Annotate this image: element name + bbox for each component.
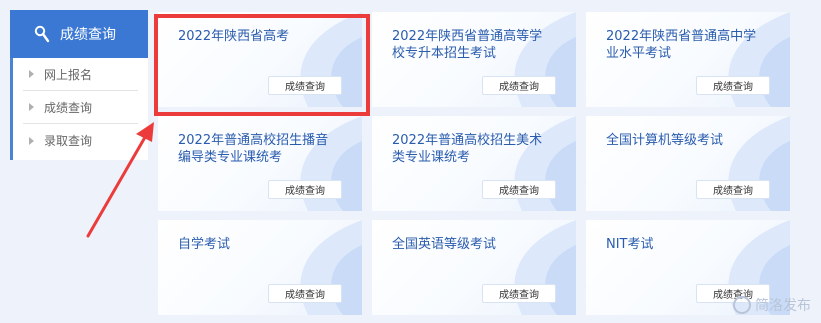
card-title: 自学考试 xyxy=(178,237,231,252)
score-query-button[interactable]: 成绩查询 xyxy=(482,284,556,303)
pointer-arrow-icon xyxy=(86,122,154,238)
triangle-right-icon xyxy=(29,136,34,145)
watermark: 简洛发布 xyxy=(733,295,811,315)
magnifier-icon xyxy=(34,25,50,43)
card-title: 全国英语等级考试 xyxy=(392,237,497,252)
sidebar-header-title: 成绩查询 xyxy=(60,27,116,43)
exam-card[interactable]: 2022年陕西省普通高中学业水平考试 成绩查询 xyxy=(586,12,790,107)
watermark-text: 简洛发布 xyxy=(755,298,811,314)
exam-card[interactable]: 2022年陕西省普通高等学校专升本招生考试 成绩查询 xyxy=(372,12,576,107)
score-query-button[interactable]: 成绩查询 xyxy=(696,180,770,199)
card-title: NIT考试 xyxy=(606,237,654,252)
highlight-box xyxy=(154,14,370,116)
card-title: 2022年陕西省普通高等学校专升本招生考试 xyxy=(392,29,543,61)
score-query-button[interactable]: 成绩查询 xyxy=(268,284,342,303)
exam-card[interactable]: 全国计算机等级考试 成绩查询 xyxy=(586,116,790,211)
score-query-button[interactable]: 成绩查询 xyxy=(482,76,556,95)
card-title: 全国计算机等级考试 xyxy=(606,133,724,148)
sidebar-item-label: 网上报名 xyxy=(44,67,93,82)
triangle-right-icon xyxy=(29,103,34,111)
card-title: 2022年普通高校招生播音编导类专业课统考 xyxy=(178,133,329,165)
exam-card[interactable]: 全国英语等级考试 成绩查询 xyxy=(372,220,576,315)
exam-card[interactable]: 2022年普通高校招生播音编导类专业课统考 成绩查询 xyxy=(158,116,362,211)
card-title: 2022年普通高校招生美术类专业课统考 xyxy=(392,133,543,165)
score-query-button[interactable]: 成绩查询 xyxy=(696,76,770,95)
exam-card[interactable]: 2022年普通高校招生美术类专业课统考 成绩查询 xyxy=(372,116,576,211)
score-query-button[interactable]: 成绩查询 xyxy=(482,180,556,199)
card-title: 2022年陕西省普通高中学业水平考试 xyxy=(606,29,757,61)
score-query-button[interactable]: 成绩查询 xyxy=(268,180,342,199)
sidebar-item-label: 成绩查询 xyxy=(44,100,93,115)
triangle-right-icon xyxy=(29,70,34,78)
sidebar-header[interactable]: 成绩查询 xyxy=(10,10,148,58)
watermark-logo-icon xyxy=(733,296,751,314)
exam-card[interactable]: 自学考试 成绩查询 xyxy=(158,220,362,315)
sidebar-item-registration[interactable]: 网上报名 xyxy=(23,58,138,91)
